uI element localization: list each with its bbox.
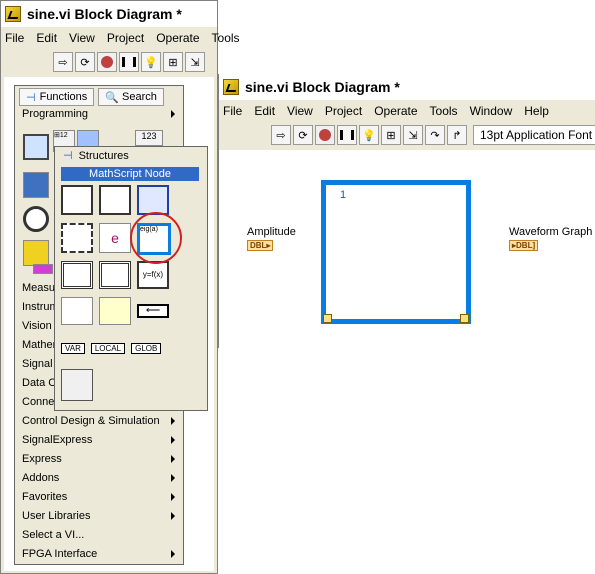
mathscript-node[interactable]: 1 xyxy=(321,180,471,324)
structures-icon[interactable] xyxy=(23,134,49,160)
menu-help[interactable]: Help xyxy=(524,104,549,118)
numeric-icon[interactable]: 123 xyxy=(135,130,163,146)
run-continuously-icon[interactable]: ⟳ xyxy=(293,125,313,145)
formula-node-icon[interactable]: e xyxy=(99,223,131,253)
menu-operate[interactable]: Operate xyxy=(156,31,199,45)
highlight-execution-icon[interactable]: 💡 xyxy=(359,125,379,145)
expression-node-icon[interactable]: y=f(x) xyxy=(137,261,169,289)
conditional-disable-icon[interactable] xyxy=(99,297,131,325)
waveform-graph-terminal[interactable]: ▸DBL] xyxy=(509,240,539,251)
graph-label: Waveform Graph xyxy=(509,226,593,238)
step-into-icon[interactable]: ⇲ xyxy=(185,52,205,72)
run-arrow-icon[interactable]: ⇨ xyxy=(271,125,291,145)
node-terminal-left[interactable] xyxy=(323,314,332,323)
menu-operate[interactable]: Operate xyxy=(374,104,417,118)
front-toolbar: ⇨ ⟳ 💡 ⊞ ⇲ ↷ ↱ 13pt Application Font xyxy=(219,122,595,148)
timing-icon[interactable] xyxy=(23,206,49,232)
front-titlebar[interactable]: sine.vi Block Diagram * xyxy=(219,74,595,100)
menu-tools[interactable]: Tools xyxy=(212,31,240,45)
feedback-node-icon[interactable]: ⟵ xyxy=(137,304,169,318)
palette-item-control-design[interactable]: Control Design & Simulation xyxy=(19,411,177,430)
programming-row: Programming xyxy=(19,104,177,123)
palette-item-user-libraries[interactable]: User Libraries xyxy=(19,506,177,525)
back-menubar: File Edit View Project Operate Tools xyxy=(1,28,240,48)
back-toolbar: ⇨ ⟳ 💡 ⊞ ⇲ xyxy=(1,49,205,75)
palette-item-favorites[interactable]: Favorites xyxy=(19,487,177,506)
step-over-icon[interactable]: ↷ xyxy=(425,125,445,145)
menu-tools[interactable]: Tools xyxy=(430,104,458,118)
step-out-icon[interactable]: ↱ xyxy=(447,125,467,145)
menu-file[interactable]: File xyxy=(223,104,242,118)
node-terminal-right[interactable] xyxy=(460,314,469,323)
back-title: sine.vi Block Diagram * xyxy=(27,6,182,22)
string-icon[interactable] xyxy=(33,264,53,274)
palette-item-signalexpress[interactable]: SignalExpress xyxy=(19,430,177,449)
abort-icon[interactable] xyxy=(315,125,335,145)
menu-edit[interactable]: Edit xyxy=(254,104,275,118)
menu-project[interactable]: Project xyxy=(325,104,362,118)
labview-icon xyxy=(5,6,21,22)
highlight-execution-icon[interactable]: 💡 xyxy=(141,52,161,72)
global-var-icon[interactable]: GLOB xyxy=(131,343,162,354)
event-structure-icon[interactable] xyxy=(61,223,93,253)
front-title: sine.vi Block Diagram * xyxy=(245,79,400,95)
menu-view[interactable]: View xyxy=(69,31,95,45)
menu-edit[interactable]: Edit xyxy=(36,31,57,45)
arrow-icon xyxy=(171,416,175,425)
mathscript-tooltip: MathScript Node xyxy=(61,167,199,181)
for-loop-icon[interactable] xyxy=(61,185,93,215)
arrow-icon xyxy=(171,511,175,520)
diagram-disable-icon[interactable] xyxy=(61,297,93,325)
menu-project[interactable]: Project xyxy=(107,31,144,45)
structures-palette: ⊣ Structures MathScript Node e eig(a) y=… xyxy=(54,146,208,411)
flat-sequence-icon[interactable] xyxy=(61,261,93,289)
pause-icon[interactable] xyxy=(119,52,139,72)
front-canvas: Amplitude DBL▸ 1 Waveform Graph ▸DBL] xyxy=(219,150,595,348)
pin-icon: ⊣ xyxy=(26,91,36,104)
dialog-icon[interactable] xyxy=(23,240,49,266)
timed-structure-icon[interactable] xyxy=(137,185,169,215)
palette-item-express[interactable]: Express xyxy=(19,449,177,468)
pin-icon: ⊣ xyxy=(63,150,73,162)
highlight-circle xyxy=(130,212,182,264)
local-var-icon[interactable]: LOCAL xyxy=(90,343,126,354)
category-programming[interactable]: Programming xyxy=(19,104,177,123)
var-labels: VAR LOCAL GLOB xyxy=(61,343,162,354)
search-icon: 🔍 xyxy=(105,91,119,104)
step-into-icon[interactable]: ⇲ xyxy=(403,125,423,145)
palette-item-addons[interactable]: Addons xyxy=(19,468,177,487)
labview-icon xyxy=(223,79,239,95)
font-select[interactable]: 13pt Application Font xyxy=(473,125,595,145)
stacked-sequence-icon[interactable] xyxy=(99,261,131,289)
amplitude-terminal[interactable]: DBL▸ xyxy=(247,240,274,251)
palette-item-fpga[interactable]: FPGA Interface xyxy=(19,544,177,563)
var-icon[interactable]: VAR xyxy=(61,343,85,354)
abort-icon[interactable] xyxy=(97,52,117,72)
arrow-icon xyxy=(171,473,175,482)
run-arrow-icon[interactable]: ⇨ xyxy=(53,52,73,72)
decorations-icon[interactable] xyxy=(61,369,93,401)
arrow-icon xyxy=(171,109,175,118)
menu-file[interactable]: File xyxy=(5,31,24,45)
arrow-icon xyxy=(171,492,175,501)
file-io-icon[interactable] xyxy=(23,172,49,198)
arrow-icon xyxy=(171,454,175,463)
while-loop-icon[interactable] xyxy=(99,185,131,215)
back-titlebar[interactable]: sine.vi Block Diagram * xyxy=(1,1,217,27)
front-menubar: File Edit View Project Operate Tools Win… xyxy=(219,101,595,121)
arrow-icon xyxy=(171,549,175,558)
pause-icon[interactable] xyxy=(337,125,357,145)
front-window: sine.vi Block Diagram * File Edit View P… xyxy=(218,74,595,348)
structures-header: ⊣ Structures xyxy=(63,149,129,163)
menu-window[interactable]: Window xyxy=(470,104,513,118)
arrow-icon xyxy=(171,435,175,444)
node-value: 1 xyxy=(340,189,347,201)
menu-view[interactable]: View xyxy=(287,104,313,118)
run-continuously-icon[interactable]: ⟳ xyxy=(75,52,95,72)
palette-item-select-vi[interactable]: Select a VI... xyxy=(19,525,177,544)
retain-wire-icon[interactable]: ⊞ xyxy=(163,52,183,72)
retain-wire-icon[interactable]: ⊞ xyxy=(381,125,401,145)
amplitude-label: Amplitude xyxy=(247,226,296,238)
